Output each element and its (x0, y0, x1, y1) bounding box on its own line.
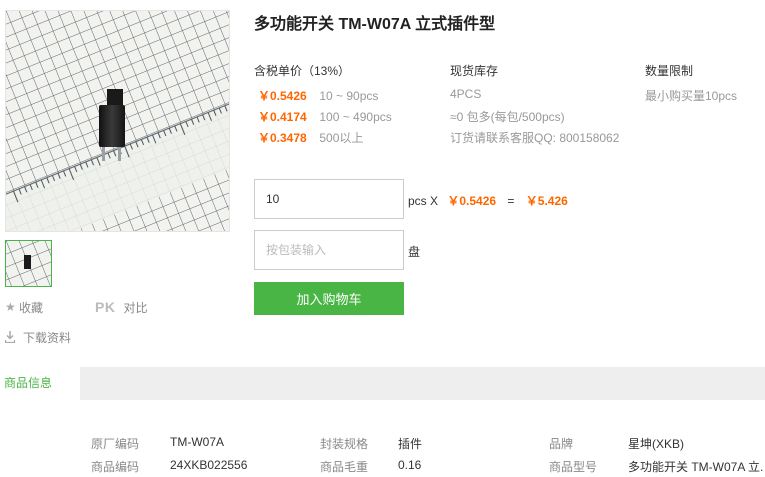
price-header: 含税单价（13%） (254, 64, 351, 78)
side-actions: ★ 收藏 PK 对比 (5, 298, 147, 316)
info-label: 品牌 (549, 437, 574, 451)
unit-price: ￥0.5426 (447, 194, 497, 208)
compare-link[interactable]: 对比 (123, 299, 147, 316)
tier-price: ￥0.3478 (258, 131, 307, 145)
info-value: 插件 (398, 437, 423, 451)
stock-packages: ≈0 包多(每包/500pcs) (450, 110, 565, 124)
stock-header: 现货库存 (450, 64, 499, 78)
total-price: ￥5.426 (525, 194, 568, 208)
star-icon[interactable]: ★ (5, 300, 19, 314)
package-unit: 盘 (408, 245, 421, 259)
info-label: 商品毛重 (320, 460, 369, 474)
info-label: 商品型号 (549, 460, 598, 474)
quantity-input[interactable] (254, 179, 404, 219)
price-tier-row: ￥0.4174 100 ~ 490pcs (258, 108, 392, 125)
download-link[interactable]: 下载资料 (23, 329, 71, 346)
limit-header: 数量限制 (645, 64, 694, 78)
tier-range: 100 ~ 490pcs (319, 110, 392, 124)
price-calculation: pcs X ￥0.5426 = ￥5.426 (408, 192, 568, 209)
info-value: TM-W07A (170, 435, 224, 449)
tier-range: 500以上 (319, 131, 364, 145)
tier-range: 10 ~ 90pcs (319, 89, 379, 103)
info-label: 商品编码 (91, 460, 140, 474)
equals-sign: = (507, 194, 515, 208)
info-label: 原厂编码 (91, 437, 140, 451)
info-value: 0.16 (398, 458, 422, 472)
package-input[interactable] (254, 230, 404, 270)
download-icon (5, 331, 15, 343)
unit-label: pcs X (408, 194, 439, 208)
info-label: 封装规格 (320, 437, 369, 451)
min-purchase: 最小购买量10pcs (645, 89, 738, 103)
product-photo (6, 11, 229, 231)
price-tier-row: ￥0.5426 10 ~ 90pcs (258, 87, 378, 104)
stock-quantity: 4PCS (450, 87, 482, 101)
info-value: 24XKB022556 (170, 458, 248, 472)
side-actions-row: ★ 收藏 PK 对比 (5, 298, 147, 316)
stock-contact: 订货请联系客服QQ: 800158062 (450, 131, 620, 145)
info-value: 多功能开关 TM-W07A 立. (628, 460, 764, 474)
info-value: 星坤(XKB) (628, 437, 685, 451)
tier-price: ￥0.4174 (258, 110, 307, 124)
tier-price: ￥0.5426 (258, 89, 307, 103)
thumbnail-photo (6, 241, 51, 286)
tab-bar: 商品信息 (0, 367, 765, 400)
pk-icon[interactable]: PK (95, 299, 115, 315)
product-title: 多功能开关 TM-W07A 立式插件型 (254, 16, 496, 33)
download-row[interactable]: 下载资料 (5, 328, 71, 346)
product-main-image[interactable] (5, 10, 230, 232)
add-to-cart-button[interactable]: 加入购物车 (254, 282, 404, 315)
tab-product-info[interactable]: 商品信息 (0, 367, 80, 400)
price-tier-row: ￥0.3478 500以上 (258, 129, 363, 146)
product-thumbnail[interactable] (5, 240, 52, 287)
favorite-link[interactable]: 收藏 (19, 299, 43, 316)
